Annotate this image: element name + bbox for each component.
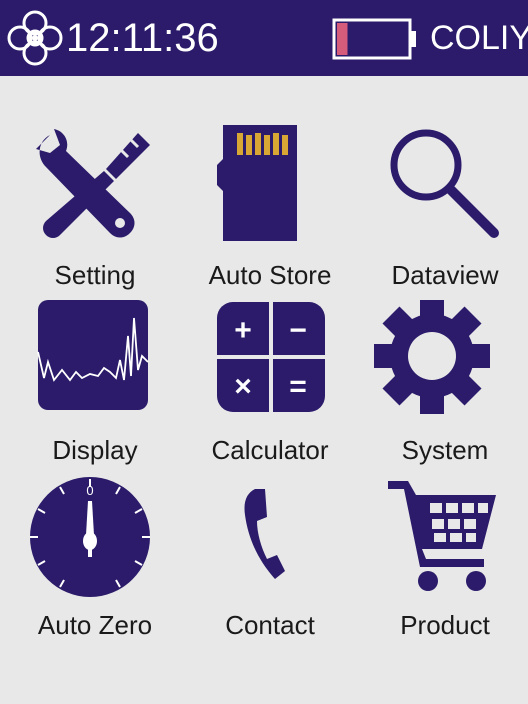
menu-item-product[interactable]: Product [370,475,520,650]
app-grid: Setting Auto Store Dataview Display + − … [0,0,528,704]
menu-item-calculator[interactable]: + − × = Calculator [195,300,345,475]
menu-item-dataview[interactable]: Dataview [370,125,520,300]
gear-icon [374,300,490,414]
menu-item-setting[interactable]: Setting [20,125,170,300]
menu-label: System [401,435,489,465]
dial-icon: 0 [30,477,150,597]
calculator-icon: + − × = [217,302,325,412]
menu-label: Calculator [211,435,329,465]
menu-item-contact[interactable]: Contact [195,475,345,650]
cart-icon [388,481,496,591]
menu-label: Product [400,610,490,640]
phone-icon [244,489,285,579]
sd-card-icon [217,125,297,241]
menu-item-auto-zero[interactable]: 0 Auto Zero [20,475,170,650]
magnifier-icon [390,129,499,238]
menu-label: Auto Store [208,260,332,290]
waveform-icon [37,300,149,410]
menu-label: Dataview [391,260,499,290]
minus-key: − [289,314,307,347]
menu-label: Auto Zero [37,610,153,640]
menu-label: Contact [225,610,315,640]
menu-item-auto-store[interactable]: Auto Store [195,125,345,300]
dial-zero-mark: 0 [86,483,93,498]
menu-label: Display [52,435,138,465]
tools-icon [36,129,150,238]
plus-key: + [234,314,252,347]
times-key: × [234,370,252,403]
menu-item-system[interactable]: System [370,300,520,475]
menu-item-display[interactable]: Display [20,300,170,475]
equals-key: = [289,370,307,403]
menu-label: Setting [54,260,136,290]
